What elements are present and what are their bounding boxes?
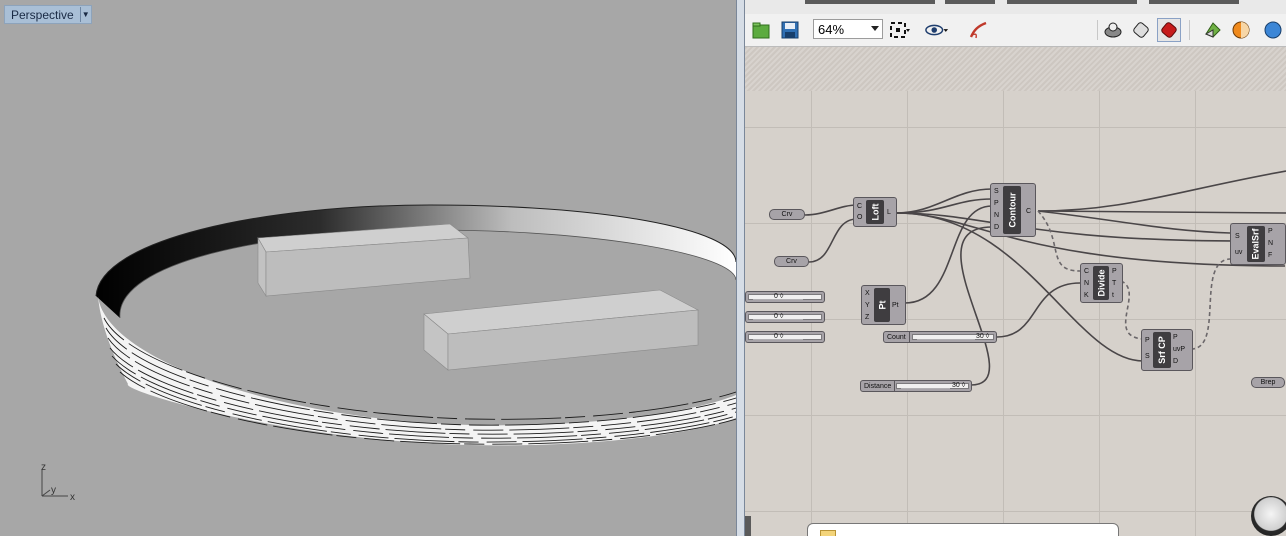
- loft-core: Loft: [866, 200, 884, 224]
- window-splitter[interactable]: [736, 0, 745, 536]
- viewport-scene: [95, 204, 736, 446]
- divide-core: Divide: [1093, 266, 1109, 300]
- number-slider-z[interactable]: 0: [745, 331, 825, 343]
- folder-icon: [820, 530, 836, 536]
- preview-wireframe-icon[interactable]: [1101, 18, 1125, 42]
- loft-component[interactable]: C O Loft L: [853, 197, 897, 227]
- contour-core: Contour: [1003, 186, 1021, 234]
- slider-z-value: 0: [774, 333, 783, 341]
- axis-z-label: z: [41, 462, 46, 473]
- canvas-header-band: [745, 47, 1286, 92]
- tab-dark-2[interactable]: [945, 0, 995, 4]
- navigation-ball-icon[interactable]: [1251, 496, 1286, 536]
- number-slider-count[interactable]: Count 30: [883, 331, 997, 343]
- bake-icon[interactable]: [1201, 18, 1225, 42]
- material-icon[interactable]: [1229, 18, 1253, 42]
- grasshopper-window: 64% Crv Crv Brep 0 ◊ 0 ◊ 0 ◊ Count 30 ◊ …: [745, 0, 1286, 536]
- zoom-extents-icon[interactable]: [887, 18, 911, 42]
- slider-count-label: Count: [884, 332, 910, 342]
- number-slider-y[interactable]: 0: [745, 311, 825, 323]
- number-slider-distance[interactable]: Distance 30: [860, 380, 972, 392]
- preview-selected-icon[interactable]: [1157, 18, 1181, 42]
- crv-param-1[interactable]: Crv: [769, 209, 805, 220]
- srf-cp-core: Srf CP: [1153, 332, 1171, 368]
- crv-param-2[interactable]: Crv: [774, 256, 809, 267]
- zoom-select[interactable]: 64%: [813, 19, 883, 39]
- slider-y-value: 0: [774, 313, 783, 321]
- viewport-title-tab[interactable]: Perspective ▼: [4, 5, 92, 24]
- evalsrf-component[interactable]: S uv EvalSrf P N F: [1230, 223, 1286, 265]
- chevron-down-icon: [871, 26, 879, 31]
- canvas-toolbar: 64%: [745, 14, 1286, 47]
- preview-shaded-icon[interactable]: [1129, 18, 1153, 42]
- number-slider-x[interactable]: 0: [745, 291, 825, 303]
- viewport-menu-arrow-icon[interactable]: ▼: [79, 7, 91, 22]
- rhino-perspective-viewport[interactable]: Perspective ▼ z y x: [0, 0, 736, 536]
- component-tab-strip: [745, 0, 1286, 14]
- pt-core: Pt: [874, 288, 890, 322]
- sketch-icon[interactable]: [967, 18, 991, 42]
- contour-component[interactable]: S P N D Contour C: [990, 183, 1036, 237]
- box-2: [423, 289, 700, 371]
- slider-x-value: 0: [774, 293, 783, 301]
- zoom-value: 64%: [818, 21, 845, 37]
- canvas-scroll-handle[interactable]: [745, 516, 751, 536]
- slider-distance-value: 30: [952, 382, 965, 390]
- tab-dark-4[interactable]: [1149, 0, 1239, 4]
- brep-param[interactable]: Brep: [1251, 377, 1285, 388]
- axis-y-label: y: [51, 485, 56, 496]
- slider-distance-label: Distance: [861, 381, 896, 391]
- srf-cp-component[interactable]: P S Srf CP P uvP D: [1141, 329, 1193, 371]
- grasshopper-canvas[interactable]: Crv Crv Brep 0 0 0 Count 30 Distance 30 …: [745, 91, 1286, 536]
- canvas-message-balloon: [807, 523, 1119, 536]
- divide-component[interactable]: C N K Divide P T t: [1080, 263, 1123, 303]
- globe-icon[interactable]: [1261, 18, 1285, 42]
- evalsrf-core: EvalSrf: [1247, 226, 1265, 262]
- slider-count-value: 30: [976, 333, 989, 341]
- pt-component[interactable]: X Y Z Pt Pt: [861, 285, 906, 325]
- tab-dark-3[interactable]: [1007, 0, 1137, 4]
- axis-x-label: x: [70, 492, 75, 503]
- tab-dark-1[interactable]: [805, 0, 935, 4]
- viewport-title-label: Perspective: [11, 7, 74, 22]
- canvas-wires: [804, 170, 1286, 386]
- save-icon[interactable]: [778, 18, 802, 42]
- preview-eye-icon[interactable]: [925, 18, 949, 42]
- world-axes-icon: z y x: [41, 462, 75, 503]
- open-file-icon[interactable]: [749, 18, 773, 42]
